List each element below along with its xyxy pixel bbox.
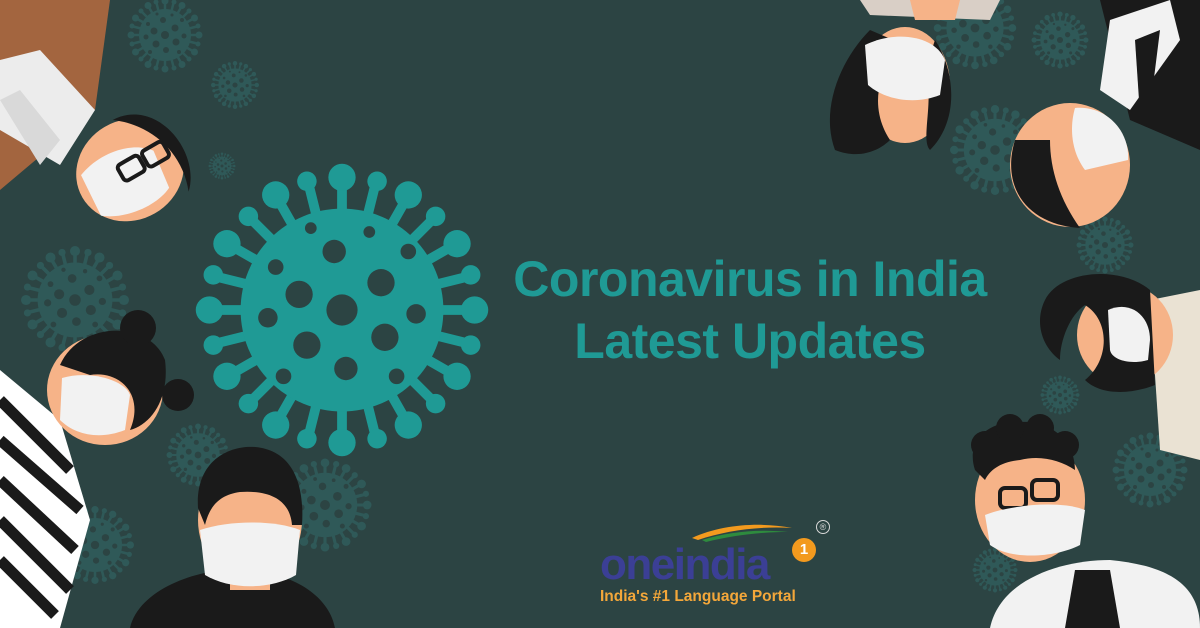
logo-wordmark: oneindia [600, 540, 770, 589]
flag-swoosh-icon [692, 524, 792, 542]
headline-line-2: Latest Updates [574, 313, 926, 369]
number-one-badge-icon: 1 [792, 538, 816, 562]
registered-mark-icon: ® [816, 520, 830, 534]
oneindia-logo[interactable]: oneindia 1 ® India's #1 Language Portal [596, 518, 836, 610]
headline-line-1: Coronavirus in India [513, 251, 987, 307]
banner: Coronavirus in India Latest Updates onei… [0, 0, 1200, 628]
headline: Coronavirus in India Latest Updates [470, 248, 1030, 372]
main-virus [196, 164, 489, 457]
logo-tagline: India's #1 Language Portal [600, 588, 796, 605]
